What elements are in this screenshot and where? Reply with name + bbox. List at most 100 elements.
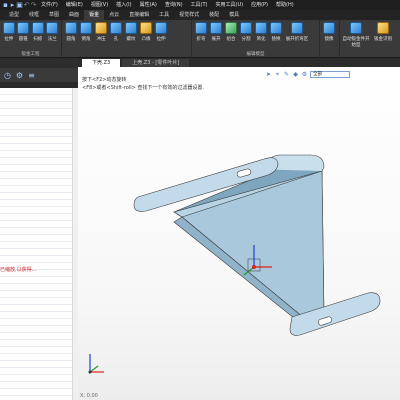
menu-file[interactable]: 文件(F)	[37, 0, 62, 10]
tree-error-text[interactable]: 已缩放,以获得...	[0, 266, 36, 273]
tool-label: 组合	[226, 37, 236, 42]
tool-bend[interactable]: 折弯	[194, 22, 208, 42]
tool-sweep[interactable]: 扫掠	[31, 22, 45, 42]
layers-icon[interactable]: ≡	[27, 71, 36, 80]
tool-replace[interactable]: 替换	[269, 22, 283, 42]
undo-icon[interactable]: ↶	[23, 0, 30, 10]
tool-boss[interactable]: 凸缘	[139, 22, 153, 42]
tool-label: 圆角	[66, 37, 76, 42]
ribbon-tab-wireframe[interactable]: 线框	[24, 10, 44, 20]
tree-row	[0, 165, 78, 172]
tool-cone[interactable]: 圆锥	[17, 22, 31, 42]
ribbon-tab-sketch[interactable]: 草图	[44, 10, 64, 20]
ribbon-tab-mold[interactable]: 模具	[224, 10, 244, 20]
tree-row	[0, 109, 78, 116]
document-tabs: 下壳.Z3 上壳.Z3 - [零件叶片]	[78, 58, 400, 67]
tree-row	[0, 284, 78, 291]
tool-mirror[interactable]: 镜像	[322, 22, 336, 42]
tool-label: 扫掠	[33, 37, 43, 42]
ribbon-tab-modeling[interactable]: 造型	[4, 10, 24, 20]
tool-split[interactable]: 分割	[239, 22, 253, 42]
graphics-viewport[interactable]: 按下<F2>动态旋转 <F8>或者<Shift-roll> 查找下一个有效的过滤…	[78, 67, 400, 400]
tree-row	[0, 319, 78, 326]
tree-row	[0, 326, 78, 333]
doc-tab-lower-shell[interactable]: 下壳.Z3	[82, 59, 121, 67]
tree-row	[0, 375, 78, 382]
tool-label: 冲压	[96, 37, 106, 42]
tool-flange[interactable]: 法兰	[46, 22, 60, 42]
sheetmetal-model[interactable]	[78, 67, 400, 400]
hole-icon	[110, 22, 122, 34]
assembly-icon[interactable]: ⚙	[15, 71, 24, 80]
ribbon-group-mirror: 镜像	[320, 20, 340, 58]
tool-unfold-bend-region[interactable]: 展开折弯区	[284, 22, 310, 42]
tool-stamp[interactable]: 冲压	[94, 22, 108, 42]
tree-row	[0, 228, 78, 235]
tool-label: 折弯	[196, 37, 206, 42]
history-tree[interactable]: 已缩放,以获得...	[0, 88, 78, 400]
tool-label: 拉伸	[4, 37, 14, 42]
tool-label: 镜像	[324, 37, 334, 42]
tool-label: 简化	[256, 37, 266, 42]
ribbon-tab-surface[interactable]: 曲面	[64, 10, 84, 20]
replace-icon	[270, 22, 282, 34]
ribbon-tab-direct-edit[interactable]: 直接编辑	[124, 10, 154, 20]
tool-unfold[interactable]: 展开	[209, 22, 223, 42]
tool-hole[interactable]: 孔	[109, 22, 123, 42]
menu-view[interactable]: 视图(V)	[87, 0, 112, 10]
tool-combine[interactable]: 组合	[224, 22, 238, 42]
tree-row	[0, 291, 78, 298]
ribbon-group-sheetmetal: 拉伸 圆锥 扫掠 法兰 钣金工程	[0, 20, 62, 58]
tool-simplify[interactable]: 简化	[254, 22, 268, 42]
ribbon-tab-pointcloud[interactable]: 点云	[104, 10, 124, 20]
open-icon[interactable]: ▸	[9, 0, 16, 10]
menu-insert[interactable]: 插入(I)	[112, 0, 135, 10]
menu-query[interactable]: 查询(N)	[161, 0, 187, 10]
tool-pull[interactable]: 拉伸	[154, 22, 168, 42]
simplify-icon	[255, 22, 267, 34]
menu-help[interactable]: 帮助(H)	[272, 0, 298, 10]
menu-edit[interactable]: 编辑(E)	[62, 0, 87, 10]
tree-row	[0, 305, 78, 312]
menu-apps[interactable]: 应用(P)	[247, 0, 272, 10]
extrude-icon	[2, 22, 15, 34]
redo-icon[interactable]: ↷	[30, 0, 37, 10]
ribbon-tab-visual-style[interactable]: 视觉样式	[174, 10, 204, 20]
flange-icon	[46, 22, 59, 34]
sweep-icon	[31, 22, 44, 34]
thread-icon	[125, 22, 137, 34]
new-icon[interactable]: ▪	[2, 0, 9, 10]
fillet-icon	[65, 22, 77, 34]
tree-row	[0, 214, 78, 221]
tool-label: 法兰	[47, 37, 57, 42]
ribbon-tabs: 造型 线框 草图 曲面 钣金 点云 直接编辑 工具 视觉样式 装配 模具	[0, 10, 400, 20]
tool-fillet[interactable]: 圆角	[64, 22, 78, 42]
tool-label: 螺纹	[126, 37, 136, 42]
menu-attributes[interactable]: 属性(A)	[136, 0, 161, 10]
tool-auto-sheetmetal[interactable]: 自动钣金件开 始型	[342, 22, 370, 48]
tool-extrude[interactable]: 拉伸	[2, 22, 16, 42]
save-icon[interactable]: ▣	[16, 0, 23, 10]
tree-row	[0, 186, 78, 193]
tool-label: 钣金识别	[374, 37, 392, 42]
tool-label: 倒角	[81, 37, 91, 42]
doc-tab-upper-shell[interactable]: 上壳.Z3 - [零件叶片]	[122, 59, 190, 67]
ribbon-tab-assembly[interactable]: 装配	[204, 10, 224, 20]
menu-utilities[interactable]: 实用工具(U)	[212, 0, 248, 10]
ribbon-group-edit-model: 折弯 展开 组合 分割 简化 替换 展开折弯区 编辑模型	[192, 20, 320, 58]
tool-thread[interactable]: 螺纹	[124, 22, 138, 42]
ribbon-tab-sheetmetal[interactable]: 钣金	[84, 10, 105, 20]
tool-label: 展开折弯区	[285, 37, 309, 42]
coordinate-readout: X: 0.00	[80, 393, 98, 399]
menu-tools[interactable]: 工具(T)	[187, 0, 212, 10]
tool-sheetmetal-recognize[interactable]: 钣金识别	[371, 22, 395, 48]
tree-row	[0, 144, 78, 151]
history-icon[interactable]: ◷	[3, 71, 12, 80]
group-label: 编辑模型	[246, 52, 265, 57]
tool-chamfer[interactable]: 倒角	[79, 22, 93, 42]
ribbon-tab-tools[interactable]: 工具	[154, 10, 174, 20]
unfold-bend-region-icon	[291, 22, 303, 34]
tree-row	[0, 207, 78, 214]
tree-row	[0, 130, 78, 137]
tree-row	[0, 277, 78, 284]
